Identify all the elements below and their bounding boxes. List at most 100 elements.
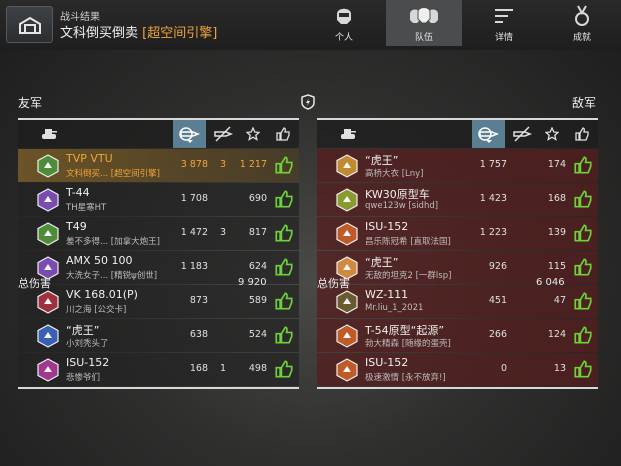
- experience-value: 524: [248, 329, 267, 340]
- player-row[interactable]: ISU-152 昌乐陈冠希 [直取法国] 1 223 139: [317, 217, 598, 250]
- vehicle-class-emblem-icon: [37, 154, 59, 178]
- player-row[interactable]: TVP VTU 文科倒买... [超空间引擎] 3 878 3 1 217: [18, 149, 299, 182]
- garage-button[interactable]: [6, 6, 53, 43]
- thumbs-up-icon[interactable]: [275, 258, 293, 276]
- player-name: TH星寒HT: [66, 203, 107, 213]
- player-name: 勃大精森 [随缘的蛋壳]: [365, 339, 451, 349]
- thumbs-up-icon[interactable]: [574, 156, 592, 174]
- kills-value: 3: [219, 159, 227, 170]
- likes-column-header[interactable]: [266, 120, 299, 148]
- thumbs-up-icon[interactable]: [574, 224, 592, 242]
- experience-value: 139: [547, 227, 566, 238]
- star-icon: [544, 127, 559, 141]
- thumbs-up-icon[interactable]: [275, 360, 293, 378]
- experience-value: 174: [547, 159, 566, 170]
- thumbs-up-icon[interactable]: [574, 292, 592, 310]
- player-name: qwe123w [sidhd]: [365, 201, 439, 211]
- player-row[interactable]: T-44 TH星寒HT 1 708 690: [18, 183, 299, 216]
- vehicle-class-emblem-icon: [37, 358, 59, 382]
- player-row[interactable]: ISU-152 悲惨爷们 168 1 498: [18, 353, 299, 386]
- table-footer-line: [18, 387, 299, 407]
- damage-value: 1 223: [479, 227, 507, 238]
- destroyed-icon: [512, 126, 532, 142]
- damage-value: 0: [500, 363, 507, 374]
- tank-name: “虎王”: [365, 256, 399, 269]
- player-name: 高桥大衣 [Lny]: [365, 169, 424, 179]
- thumbs-up-icon[interactable]: [275, 224, 293, 242]
- clan-tag: [超空间引擎]: [142, 26, 218, 41]
- player-row[interactable]: VK 168.01(P) 川之海 [公交卡] 873 589: [18, 285, 299, 318]
- damage-value: 1 423: [479, 193, 507, 204]
- player-row[interactable]: T-54原型“起源” 勃大精森 [随缘的蛋壳] 266 124: [317, 319, 598, 352]
- shell-damage-icon: [178, 127, 200, 143]
- vehicle-class-emblem-icon: [37, 222, 59, 246]
- player-name: 无敌的坦克2 [一群lsp]: [365, 271, 452, 281]
- enemy-rows: “虎王” 高桥大衣 [Lny] 1 757 174 KW30原型车 qwe123w [si…: [317, 149, 598, 386]
- tank-name: “虎王”: [365, 154, 399, 167]
- thumbs-up-icon[interactable]: [275, 190, 293, 208]
- thumbs-up-icon[interactable]: [574, 258, 592, 276]
- vehicle-class-emblem-icon: [336, 188, 358, 212]
- experience-column-header[interactable]: [535, 120, 568, 148]
- kills-column-header[interactable]: [505, 120, 538, 148]
- tab-team[interactable]: 队伍: [386, 0, 462, 46]
- commander-icon: [337, 8, 351, 24]
- experience-column-header[interactable]: [236, 120, 269, 148]
- damage-value: 638: [189, 329, 208, 340]
- experience-value: 47: [553, 295, 566, 306]
- tab-label: 队伍: [414, 33, 433, 43]
- ally-rows: TVP VTU 文科倒买... [超空间引擎] 3 878 3 1 217 T-44 TH星…: [18, 149, 299, 386]
- tank-name: T-44: [66, 186, 90, 199]
- player-row[interactable]: KW30原型车 qwe123w [sidhd] 1 423 168: [317, 183, 598, 216]
- enemy-team-table: “虎王” 高桥大衣 [Lny] 1 757 174 KW30原型车 qwe123w [si…: [317, 118, 598, 407]
- vehicle-class-emblem-icon: [336, 324, 358, 348]
- experience-value: 124: [547, 329, 566, 340]
- damage-value: 3 878: [180, 159, 208, 170]
- tank-name: KW30原型车: [365, 188, 430, 201]
- tank-name: “虎王”: [66, 324, 100, 337]
- damage-value: 1 708: [180, 193, 208, 204]
- ally-team-label: 友军: [18, 96, 43, 110]
- tank-name: ISU-152: [66, 356, 110, 369]
- tab-achievements[interactable]: 成就: [544, 0, 620, 46]
- tank-column-header[interactable]: [331, 120, 364, 148]
- ally-total-damage: 9 920: [238, 277, 267, 288]
- enemy-team-label: 敌军: [572, 96, 597, 110]
- player-row[interactable]: “虎王” 小刘秃头了 638 524: [18, 319, 299, 352]
- thumbs-up-icon[interactable]: [574, 190, 592, 208]
- damage-column-header[interactable]: [173, 120, 206, 148]
- thumbs-up-icon[interactable]: [574, 326, 592, 344]
- tank-column-header[interactable]: [32, 120, 65, 148]
- medal-icon: [575, 5, 589, 26]
- thumbs-up-icon[interactable]: [275, 326, 293, 344]
- thumbs-up-icon[interactable]: [275, 156, 293, 174]
- damage-value: 451: [488, 295, 507, 306]
- thumbs-up-icon[interactable]: [275, 292, 293, 310]
- player-row[interactable]: WZ-111 Mr.liu_1_2021 451 47: [317, 285, 598, 318]
- thumbs-up-icon[interactable]: [574, 360, 592, 378]
- kills-value: 3: [219, 227, 227, 238]
- likes-column-header[interactable]: [565, 120, 598, 148]
- player-name: 极速激情 [永不放弃!]: [365, 373, 446, 383]
- experience-value: 624: [248, 261, 267, 272]
- damage-column-header[interactable]: [472, 120, 505, 148]
- player-name: 文科倒买... [超空间引擎]: [66, 169, 160, 179]
- table-header: [18, 118, 299, 148]
- tab-personal[interactable]: 个人: [306, 0, 382, 46]
- tab-label: 详情: [494, 33, 513, 43]
- kills-column-header[interactable]: [206, 120, 239, 148]
- tank-name: ISU-152: [365, 356, 409, 369]
- player-row[interactable]: “虎王” 高桥大衣 [Lny] 1 757 174: [317, 149, 598, 182]
- player-name: 小刘秃头了: [66, 339, 109, 349]
- player-row[interactable]: T49 差不多得... [加拿大炮王] 1 472 3 817: [18, 217, 299, 250]
- tab-label: 个人: [334, 33, 353, 43]
- tab-details[interactable]: 详情: [466, 0, 542, 46]
- destroyed-icon: [213, 126, 233, 142]
- shell-damage-icon: [477, 127, 499, 143]
- top-bar: 战斗结果 文科倒买倒卖 [超空间引擎] 个人 队伍 详情 成就: [0, 0, 621, 50]
- player-name: 差不多得... [加拿大炮王]: [66, 237, 160, 247]
- experience-value: 589: [248, 295, 267, 306]
- enemy-total-damage-label: 总伤害: [317, 277, 350, 290]
- tank-name: T-54原型“起源”: [365, 324, 445, 337]
- player-row[interactable]: ISU-152 极速激情 [永不放弃!] 0 13: [317, 353, 598, 386]
